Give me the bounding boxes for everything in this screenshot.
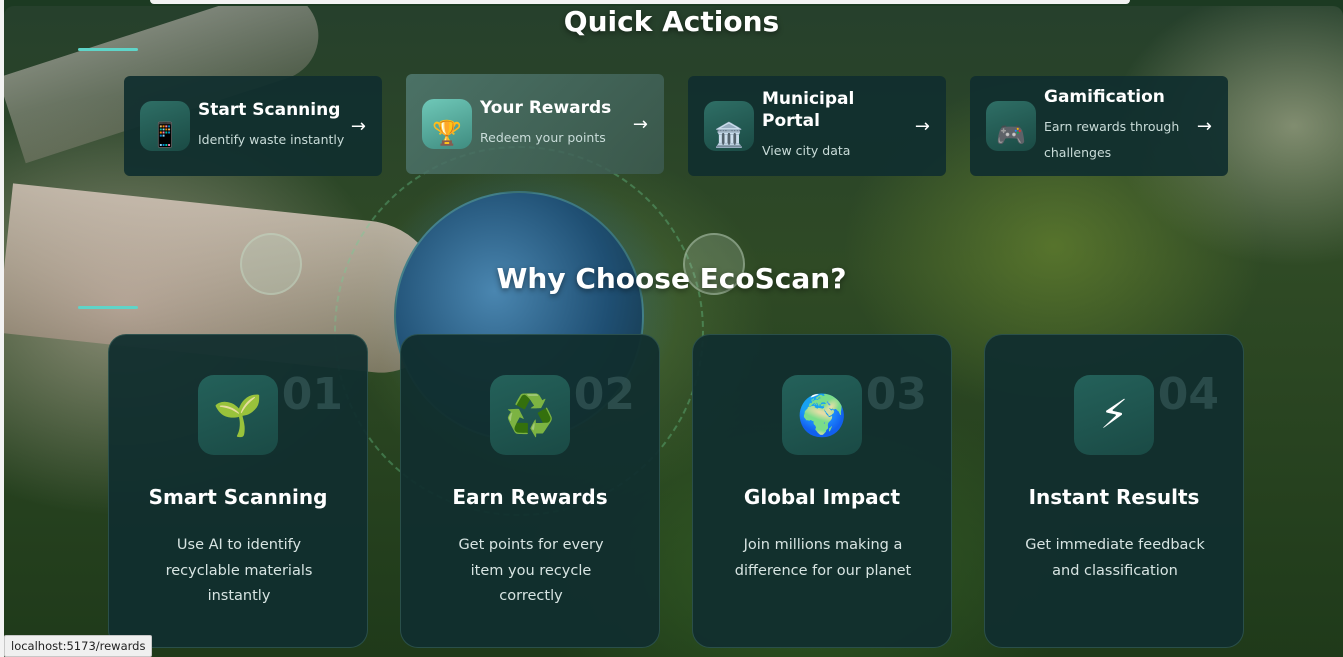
quick-action-title: Your Rewards — [480, 98, 612, 118]
quick-actions-accent-line — [78, 48, 138, 51]
quick-action-title: Start Scanning — [198, 100, 341, 120]
feature-card-global-impact: 03 🌍 Global Impact Join millions making … — [692, 334, 952, 648]
recycle-icon: ♻️ — [490, 375, 570, 455]
quick-action-title: Municipal Portal — [762, 89, 855, 131]
arrow-right-icon: → — [632, 113, 648, 135]
feature-title: Earn Rewards — [452, 485, 608, 509]
feature-card-instant-results: 04 ⚡ Instant Results Get immediate feedb… — [984, 334, 1244, 648]
window-frame-left — [0, 0, 4, 657]
quick-action-subtitle: Redeem your points — [480, 130, 606, 145]
feature-number: 01 — [281, 369, 343, 420]
feature-card-earn-rewards: 02 ♻️ Earn Rewards Get points for every … — [400, 334, 660, 648]
seedling-icon: 🌱 — [198, 375, 278, 455]
lightning-icon: ⚡ — [1074, 375, 1154, 455]
why-choose-accent-line — [78, 306, 138, 309]
quick-action-subtitle: View city data — [762, 143, 851, 158]
quick-action-subtitle: Identify waste instantly — [198, 132, 345, 147]
bank-building-icon: 🏛️ — [704, 101, 754, 151]
quick-action-municipal-portal[interactable]: 🏛️ Municipal Portal View city data → — [688, 76, 946, 176]
quick-actions-title: Quick Actions — [563, 5, 780, 38]
top-scroll-edge — [150, 0, 1130, 4]
game-controller-icon: 🎮 — [986, 101, 1036, 151]
arrow-right-icon: → — [1196, 115, 1212, 137]
quick-action-subtitle: Earn rewards through challenges — [1044, 119, 1180, 160]
quick-action-title: Gamification — [1044, 87, 1165, 107]
feature-description: Join millions making a difference for ou… — [734, 537, 912, 579]
mobile-phone-icon: 📱 — [140, 101, 190, 151]
feature-title: Instant Results — [1028, 485, 1200, 509]
quick-action-your-rewards[interactable]: 🏆 Your Rewards Redeem your points → — [406, 74, 664, 174]
feature-description: Use AI to identify recyclable materials … — [165, 537, 313, 604]
trophy-icon: 🏆 — [422, 99, 472, 149]
feature-description: Get points for every item you recycle co… — [458, 537, 604, 604]
feature-title: Smart Scanning — [148, 485, 328, 509]
feature-title: Global Impact — [743, 485, 901, 509]
globe-icon: 🌍 — [782, 375, 862, 455]
why-choose-title: Why Choose EcoScan? — [496, 262, 847, 295]
arrow-right-icon: → — [350, 115, 366, 137]
status-bar-url: localhost:5173/rewards — [4, 635, 153, 657]
feature-card-smart-scanning: 01 🌱 Smart Scanning Use AI to identify r… — [108, 334, 368, 648]
feature-number: 03 — [865, 369, 927, 420]
feature-number: 02 — [573, 369, 635, 420]
feature-description: Get immediate feedback and classificatio… — [1025, 537, 1205, 579]
quick-action-gamification[interactable]: 🎮 Gamification Earn rewards through chal… — [970, 76, 1228, 176]
arrow-right-icon: → — [914, 115, 930, 137]
feature-number: 04 — [1157, 369, 1219, 420]
quick-action-start-scanning[interactable]: 📱 Start Scanning Identify waste instantl… — [124, 76, 382, 176]
